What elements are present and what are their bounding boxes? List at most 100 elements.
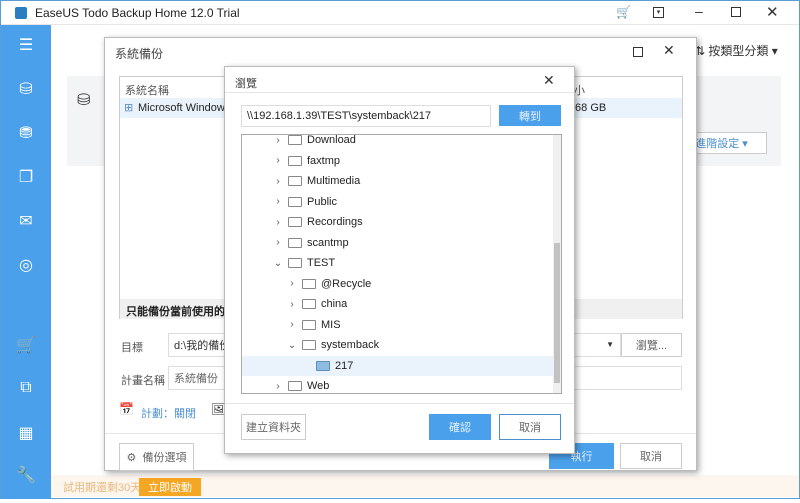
folder-icon	[302, 319, 316, 330]
cancel-label: 取消	[640, 451, 662, 463]
backup-options-button[interactable]: ⚙ 備份選項	[119, 443, 194, 471]
folder-icon	[302, 278, 316, 289]
folder-icon	[302, 299, 316, 309]
folder-icon	[288, 155, 302, 166]
chevron-right-icon[interactable]: ›	[272, 237, 284, 248]
scrollbar[interactable]	[553, 135, 561, 393]
folder-icon	[288, 381, 302, 391]
folder-tree[interactable]: › Download › faxtmp › Multimedia › Public › Recor…	[241, 134, 562, 394]
chevron-right-icon[interactable]: ›	[286, 278, 298, 289]
close-button[interactable]: ✕	[543, 72, 555, 89]
trial-bar: 試用期還剩30天 立即啟動	[51, 475, 799, 497]
folder-icon	[288, 258, 302, 268]
chevron-right-icon[interactable]: ›	[272, 217, 284, 228]
minimize-button[interactable]: –	[695, 3, 703, 19]
target-label: 目標	[121, 342, 143, 354]
activate-button[interactable]: 立即啟動	[139, 478, 201, 496]
chevron-right-icon[interactable]: ›	[286, 299, 298, 310]
tree-item[interactable]: › Download	[242, 134, 553, 150]
clone-icon[interactable]: ⧉	[1, 379, 51, 397]
maximize-button[interactable]	[633, 47, 643, 57]
tree-item[interactable]: › Public	[242, 192, 553, 212]
divider	[225, 92, 574, 93]
chevron-down-icon: ▼	[606, 340, 614, 349]
tree-item[interactable]: › faxtmp	[242, 151, 553, 171]
chevron-right-icon[interactable]: ›	[272, 135, 284, 146]
tree-item[interactable]: ⌄ systemback	[242, 335, 553, 355]
tree-item-label: china	[321, 298, 348, 310]
tree-item[interactable]: › Web	[242, 376, 553, 393]
close-button[interactable]: ✕	[663, 42, 675, 59]
mail-backup-icon[interactable]: ✉	[1, 211, 51, 231]
chevron-right-icon[interactable]: ›	[286, 319, 298, 330]
activate-label: 立即啟動	[148, 482, 192, 494]
file-backup-icon[interactable]: ❐	[1, 167, 51, 187]
tree-item[interactable]: › Multimedia	[242, 171, 553, 191]
browse-label: 瀏覽...	[635, 340, 668, 352]
folder-icon	[288, 217, 302, 227]
tree-item-label: MIS	[321, 318, 341, 331]
cart-icon[interactable]: 🛒	[1, 335, 51, 355]
tree-item[interactable]: › scantmp	[242, 233, 553, 253]
goto-button[interactable]: 轉到	[499, 105, 561, 126]
app-logo	[15, 7, 27, 19]
folder-icon	[288, 135, 302, 145]
tree-item[interactable]: › china	[242, 294, 553, 314]
system-name: Microsoft Windows	[138, 102, 231, 114]
trial-text: 試用期還剩30天	[63, 482, 142, 494]
tree-item[interactable]: ⌄ TEST	[242, 253, 553, 273]
calendar-icon: 📅	[119, 402, 134, 416]
scrollbar-thumb[interactable]	[554, 243, 560, 383]
tree-item[interactable]: › Recordings	[242, 212, 553, 232]
sidebar: ☰ ⛁ ⛃ ❐ ✉ ◎ 🛒 ⧉ ▦ 🔧	[1, 25, 51, 499]
partition-backup-icon[interactable]: ⛃	[1, 123, 51, 143]
tree-item-label: @Recycle	[321, 277, 372, 290]
chevron-right-icon[interactable]: ›	[272, 176, 284, 187]
disk-icon: ⛁	[77, 92, 91, 109]
tree-item-label: Web	[307, 380, 330, 392]
tree-item-label: Public	[307, 195, 337, 208]
cart-icon[interactable]: 🛒	[616, 5, 631, 19]
tree-item-label: Download	[307, 134, 356, 146]
maximize-button[interactable]	[731, 7, 741, 17]
folder-icon	[316, 360, 330, 371]
cancel-button[interactable]: 取消	[499, 414, 561, 440]
system-size: .68 GB	[572, 102, 607, 114]
cancel-button[interactable]: 取消	[620, 443, 682, 469]
menu-dropdown-icon[interactable]: ▾	[653, 7, 664, 18]
plan-name-label: 計畫名稱	[121, 375, 165, 387]
path-input[interactable]: \\192.168.1.39\TEST\systemback\217	[241, 105, 491, 127]
chevron-down-icon[interactable]: ⌄	[272, 258, 284, 269]
tree-item[interactable]: 217	[242, 355, 553, 376]
chevron-right-icon[interactable]: ›	[272, 196, 284, 207]
chevron-right-icon[interactable]: ›	[272, 155, 284, 166]
advanced-label: 進階設定	[695, 138, 740, 150]
apps-icon[interactable]: ▦	[1, 423, 51, 443]
tree-item[interactable]: › MIS	[242, 315, 553, 335]
app-title: EaseUS Todo Backup Home 12.0 Trial	[35, 6, 240, 20]
tree-item-label: Recordings	[307, 216, 363, 228]
plan-name-value: 系統備份	[174, 373, 218, 385]
browse-button[interactable]: 瀏覽...	[621, 333, 682, 357]
ok-button[interactable]: 確認	[429, 414, 491, 440]
disk-backup-icon[interactable]: ⛁	[1, 79, 51, 99]
tree-item-label: scantmp	[307, 236, 349, 249]
folder-icon	[302, 340, 316, 350]
path-value: \\192.168.1.39\TEST\systemback\217	[247, 110, 432, 122]
schedule-link[interactable]: 計劃：關閉	[141, 405, 196, 421]
tree-item-label: Multimedia	[307, 175, 361, 187]
sort-by-type[interactable]: ⇅ 按類型分類 ▾	[695, 42, 778, 59]
smart-backup-icon[interactable]: ◎	[1, 255, 51, 275]
tree-item-label: faxtmp	[307, 154, 341, 167]
new-folder-button[interactable]: 建立資料夾	[241, 414, 306, 440]
chevron-down-icon[interactable]: ⌄	[286, 340, 298, 351]
close-button[interactable]: ✕	[766, 3, 779, 21]
tree-item[interactable]: › @Recycle	[242, 274, 553, 294]
tools-icon[interactable]: 🔧	[1, 465, 51, 485]
dialog-title: 系統備份	[115, 47, 164, 61]
title-bar: EaseUS Todo Backup Home 12.0 Trial 🛒 ▾ –…	[1, 1, 799, 25]
col-size-header: 小	[574, 85, 585, 97]
browse-dialog-title: 瀏覽	[235, 78, 257, 90]
chevron-right-icon[interactable]: ›	[272, 381, 284, 392]
menu-icon[interactable]: ☰	[1, 35, 51, 55]
